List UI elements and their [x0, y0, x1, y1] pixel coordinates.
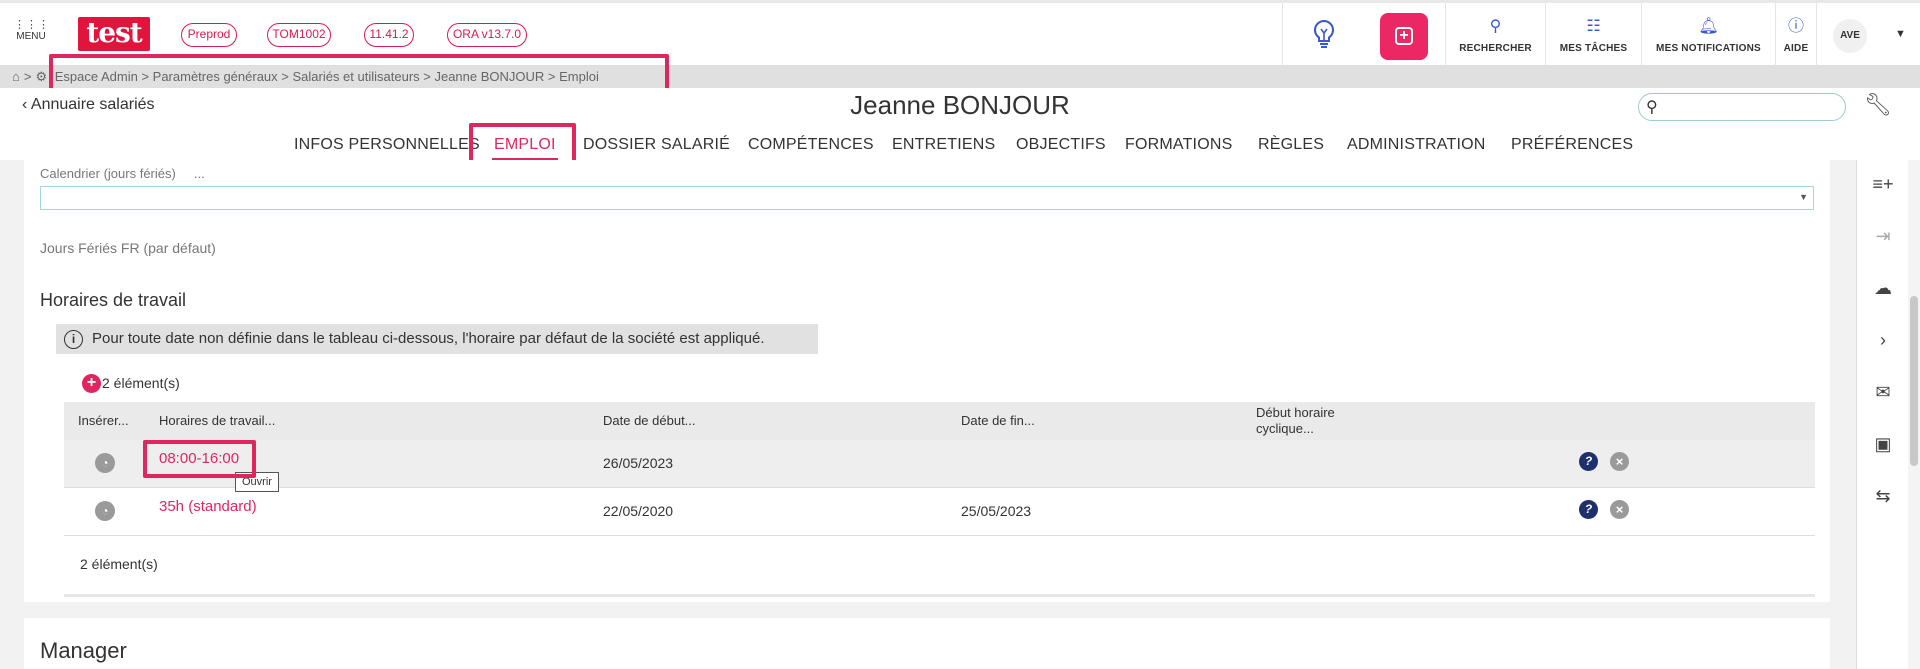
divider: [64, 594, 1815, 597]
start-date: 26/05/2023: [603, 455, 674, 471]
tab-objectifs[interactable]: OBJECTIFS: [1016, 136, 1106, 154]
employee-header: ‹ Annuaire salariés Jeanne BONJOUR ⚲ 🔧︎ …: [0, 88, 1920, 160]
calendar-value: Jours Fériés FR (par défaut): [40, 240, 216, 256]
info-banner: i Pour toute date non définie dans le ta…: [56, 324, 818, 354]
mail-icon[interactable]: ✉: [1857, 382, 1909, 403]
nav-tasks[interactable]: ☷ MES TÂCHES: [1545, 3, 1641, 66]
info-icon: i: [64, 330, 83, 349]
user-menu[interactable]: AVE ▼: [1816, 3, 1920, 66]
info-text: Pour toute date non définie dans le tabl…: [92, 330, 765, 347]
search-icon: ⚲: [1489, 18, 1502, 35]
plus-icon: +: [1395, 27, 1413, 45]
env-badge-preprod: Preprod: [181, 23, 237, 47]
col-end-date[interactable]: Date de fin...: [961, 413, 1035, 429]
nav-search-label: RECHERCHER: [1459, 43, 1532, 54]
menu-label: MENU: [16, 31, 46, 42]
row-count: 2 élément(s): [80, 556, 158, 572]
employment-panel: Calendrier (jours fériés) ... ▼ Jours Fé…: [24, 160, 1830, 602]
clock-icon[interactable]: ◔: [95, 501, 115, 521]
scrollbar[interactable]: [1908, 160, 1920, 669]
clock-icon[interactable]: ◔: [95, 453, 115, 473]
chevron-down-icon: ▼: [1895, 28, 1906, 40]
table-row[interactable]: ◔ 35h (standard) 22/05/2020 25/05/2023 ?…: [64, 488, 1815, 536]
add-list-icon[interactable]: ≡+: [1857, 174, 1909, 195]
help-circle-icon[interactable]: ?: [1579, 452, 1598, 471]
gear-icon: ⚙: [35, 69, 48, 84]
import-icon[interactable]: ⇥: [1857, 226, 1909, 247]
tasks-icon: ☷: [1586, 18, 1601, 35]
tab-administration[interactable]: ADMINISTRATION: [1347, 136, 1486, 154]
start-date: 22/05/2020: [603, 503, 674, 519]
calendar-label: Calendrier (jours fériés) ...: [40, 166, 205, 181]
delete-icon[interactable]: ×: [1610, 500, 1629, 519]
col-cyclic-start[interactable]: Début horaire cyclique...: [1256, 405, 1366, 437]
tab-competences[interactable]: COMPÉTENCES: [748, 136, 874, 154]
wrench-icon[interactable]: 🔧︎: [1864, 92, 1892, 118]
highlight-schedule: [143, 440, 256, 478]
logo[interactable]: test: [78, 17, 150, 51]
env-badge-ora: ORA v13.7.0: [447, 23, 527, 47]
nav-notifications-label: MES NOTIFICATIONS: [1656, 43, 1761, 54]
col-insert[interactable]: Insérer...: [78, 413, 129, 429]
save-as-icon[interactable]: ⇆: [1857, 486, 1909, 507]
env-badge-version: 11.41.2: [364, 23, 414, 47]
caret-down-icon: ▼: [1799, 192, 1808, 202]
search-icon: ⚲: [1646, 99, 1658, 116]
section-title-work-hours: Horaires de travail: [40, 290, 187, 310]
tab-infos-personnelles[interactable]: INFOS PERSONNELLES: [294, 136, 480, 154]
help-circle-icon[interactable]: ?: [1579, 500, 1598, 519]
manager-section: Manager: [24, 618, 1830, 669]
schedule-link[interactable]: 35h (standard): [159, 498, 257, 515]
nav-help-label: AIDE: [1783, 43, 1809, 54]
section-title-manager: Manager: [40, 638, 127, 663]
tab-dossier-salarie[interactable]: DOSSIER SALARIÉ: [583, 136, 730, 154]
search-input[interactable]: [1667, 97, 1837, 117]
home-icon[interactable]: ⌂: [12, 69, 20, 84]
col-start-date[interactable]: Date de début...: [603, 413, 696, 429]
bell-icon: 🔔︎: [1698, 18, 1719, 35]
avatar: AVE: [1833, 19, 1867, 53]
lightbulb-icon: [1313, 19, 1335, 48]
ideas-button[interactable]: [1282, 3, 1364, 66]
tab-preferences[interactable]: PRÉFÉRENCES: [1511, 136, 1633, 154]
tab-formations[interactable]: FORMATIONS: [1125, 136, 1232, 154]
cloud-download-icon[interactable]: ☁: [1857, 278, 1909, 299]
save-icon[interactable]: ▣: [1857, 434, 1909, 455]
add-work-hours-button[interactable]: + 2 élément(s): [82, 373, 180, 393]
page-title: Jeanne BONJOUR: [850, 90, 1070, 120]
table-row[interactable]: ◔ 08:00-16:00 26/05/2023 ? ×: [64, 440, 1815, 488]
quick-add-button[interactable]: +: [1380, 13, 1428, 60]
env-badge-tenant: TOM1002: [267, 23, 331, 47]
action-sidebar: ≡+ ⇥ ☁ › ✉ ▣ ⇆: [1856, 160, 1908, 669]
tab-regles[interactable]: RÈGLES: [1258, 136, 1324, 154]
table-header: Insérer... Horaires de travail... Date d…: [64, 402, 1815, 440]
calendar-select[interactable]: ▼: [40, 186, 1814, 210]
plus-circle-icon: +: [82, 374, 101, 393]
tab-entretiens[interactable]: ENTRETIENS: [892, 136, 995, 154]
nav-tasks-label: MES TÂCHES: [1559, 43, 1628, 54]
tab-bar: INFOS PERSONNELLES EMPLOI DOSSIER SALARI…: [0, 136, 1920, 160]
col-schedule[interactable]: Horaires de travail...: [159, 413, 275, 429]
delete-icon[interactable]: ×: [1610, 452, 1629, 471]
employee-search[interactable]: ⚲: [1638, 93, 1846, 121]
menu-button[interactable]: ⋮⋮⋮ MENU: [14, 19, 50, 42]
end-date: 25/05/2023: [961, 503, 1032, 519]
nav-help[interactable]: ⓘ AIDE: [1775, 3, 1816, 66]
nav-search[interactable]: ⚲ RECHERCHER: [1445, 3, 1545, 66]
chevron-right-icon[interactable]: ›: [1857, 330, 1909, 351]
scrollbar-thumb[interactable]: [1910, 296, 1918, 466]
add-count-label: 2 élément(s): [102, 375, 180, 391]
help-icon: ⓘ: [1787, 18, 1804, 35]
nav-notifications[interactable]: 🔔︎ MES NOTIFICATIONS: [1641, 3, 1775, 66]
grid-menu-icon: ⋮⋮⋮: [14, 19, 50, 31]
